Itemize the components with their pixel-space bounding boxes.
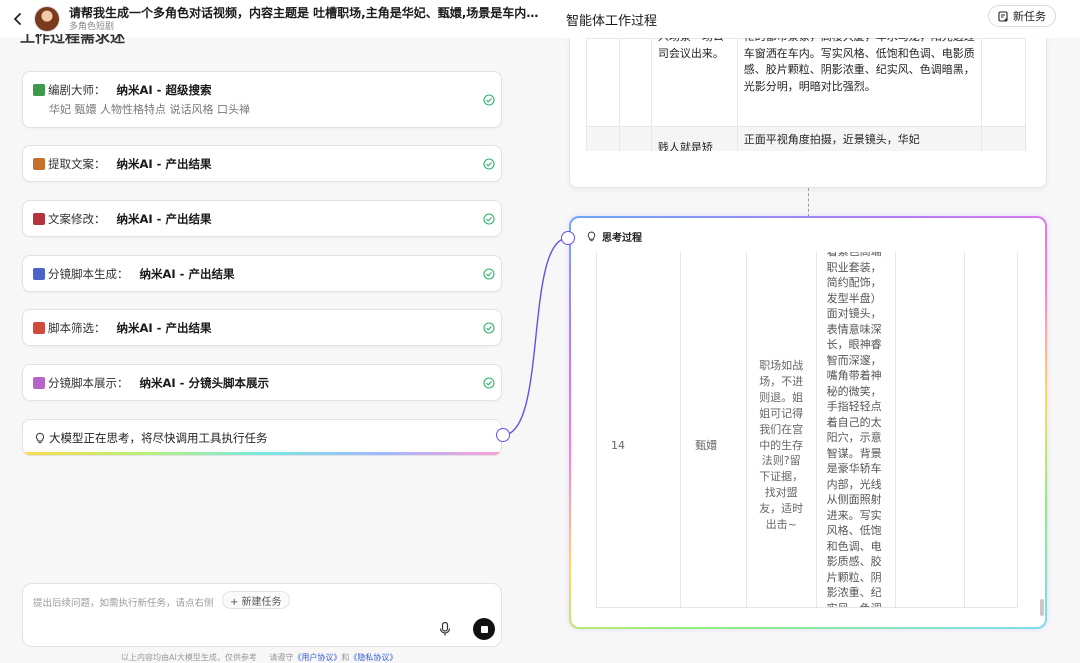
conversation-title: 请帮我生成一个多角色对话视频，内容主题是 吐槽职场,主角是华妃、甄嬛,场景是车内… (69, 5, 539, 20)
workflow-step-1[interactable]: 编剧大师： 纳米AI - 超级搜索 华妃 甄嬛 人物性格特点 说话风格 口头禅 (22, 71, 502, 128)
follow-up-input[interactable]: 提出后续问题，如需执行新任务，请点右侧 + 新建任务 (22, 583, 502, 647)
dialogue-cell: 职场如战场，不进则退。姐姐可记得我们在宫中的生存法则?留下证据，找对盟友，适时出… (745, 252, 817, 607)
script-table: 入场景一场公司会议出来。 忙的都市景象，高楼大厦，车水马龙，阳光透过车窗洒在车内… (586, 38, 1026, 151)
thinking-panel-title: 思考过程 (602, 233, 642, 244)
privacy-policy-link[interactable]: 《隐私协议》 (349, 653, 397, 662)
tool-icon (33, 213, 45, 225)
check-circle-icon (483, 158, 495, 170)
step-keywords: 华妃 甄嬛 人物性格特点 说话风格 口头禅 (49, 103, 250, 116)
check-circle-icon (483, 213, 495, 225)
step-tool: 纳米AI - 产出结果 (116, 212, 212, 226)
new-task-chip[interactable]: + 新建任务 (222, 591, 290, 609)
conversation-subtitle: 多角色短剧 (69, 21, 115, 32)
step-tool: 纳米AI - 产出结果 (116, 321, 212, 335)
top-bar: 请帮我生成一个多角色对话视频，内容主题是 吐槽职场,主角是华妃、甄嬛,场景是车内… (0, 0, 540, 38)
back-button[interactable] (4, 5, 32, 33)
step-name: 编剧大师： (48, 83, 106, 97)
step-tool: 纳米AI - 产出结果 (139, 267, 235, 281)
chevron-left-icon (14, 13, 21, 25)
table-row: 入场景一场公司会议出来。 忙的都市景象，高楼大厦，车水马龙，阳光透过车窗洒在车内… (586, 38, 1026, 127)
avatar (34, 6, 60, 32)
thinking-process-panel: 思考过程 14 甄嬛 职场如战场，不进则退。姐姐可记得我们在宫中的生存法则?留下… (569, 216, 1047, 629)
disclaimer-footer: 以上内容均由AI大模型生成，仅供参考 请遵守《用户协议》和《隐私协议》 (121, 653, 398, 662)
check-circle-icon (483, 94, 495, 106)
step-name: 文案修改： (48, 212, 106, 226)
character-cell: 甄嬛 (680, 252, 747, 607)
connector-dot-start (496, 428, 510, 442)
step-name: 提取文案： (48, 157, 106, 171)
step-tool: 纳米AI - 产出结果 (116, 157, 212, 171)
thinking-status-card[interactable]: 大模型正在思考，将尽快调用工具执行任务 (22, 419, 502, 456)
scrollbar-thumb[interactable] (1040, 599, 1044, 616)
table-row: 贱人就是矫 正面平视角度拍摄，近景镜头，华妃 (586, 126, 1026, 151)
tool-icon (33, 377, 45, 389)
check-circle-icon (483, 322, 495, 334)
section-heading: 工作过程需求述 (20, 34, 126, 44)
card-connector (808, 188, 809, 217)
tool-icon (33, 268, 45, 280)
input-placeholder: 提出后续问题，如需执行新任务，请点右侧 (33, 598, 214, 609)
thinking-status-text: 大模型正在思考，将尽快调用工具执行任务 (49, 430, 268, 445)
table-row: 14 甄嬛 职场如战场，不进则退。姐姐可记得我们在宫中的生存法则?留下证据，找对… (597, 252, 1017, 607)
step-tool: 纳米AI - 超级搜索 (116, 83, 212, 97)
new-task-button[interactable]: 新任务 (988, 5, 1056, 27)
thinking-panel-header: 思考过程 (586, 229, 642, 244)
panel-title: 智能体工作过程 (566, 13, 658, 29)
step-name: 分镜脚本生成： (48, 267, 129, 281)
visual-cell: 着紫色高端职业套装，简约配饰，发型半盘）面对镜头，表情意味深长，眼神睿智而深邃，… (815, 252, 896, 607)
lightbulb-icon (587, 231, 596, 242)
tool-icon (33, 84, 45, 96)
workflow-step-3[interactable]: 文案修改： 纳米AI - 产出结果 (22, 200, 502, 237)
workflow-step-4[interactable]: 分镜脚本生成： 纳米AI - 产出结果 (22, 255, 502, 292)
step-name: 脚本筛选： (48, 321, 106, 335)
user-agreement-link[interactable]: 《用户协议》 (293, 653, 341, 662)
connector-dot-end (561, 231, 575, 245)
row-index: 14 (611, 438, 625, 452)
new-task-label: 新任务 (1013, 10, 1046, 23)
workflow-step-2[interactable]: 提取文案： 纳米AI - 产出结果 (22, 145, 502, 182)
stop-button[interactable] (473, 618, 495, 640)
table-cell: 忙的都市景象，高楼大厦，车水马龙，阳光透过车窗洒在车内。写实风格、低饱和色调、电… (736, 38, 983, 127)
table-cell: 贱人就是矫 (650, 126, 738, 151)
new-task-icon (998, 10, 1008, 22)
check-circle-icon (483, 268, 495, 280)
lightbulb-icon (35, 432, 45, 443)
conversation-title-block: 请帮我生成一个多角色对话视频，内容主题是 吐槽职场,主角是华妃、甄嬛,场景是车内… (69, 6, 539, 33)
tool-icon (33, 322, 45, 334)
tool-icon (33, 158, 45, 170)
check-circle-icon (483, 377, 495, 389)
thinking-table-viewport: 14 甄嬛 职场如战场，不进则退。姐姐可记得我们在宫中的生存法则?留下证据，找对… (596, 252, 1018, 608)
step-name: 分镜脚本展示： (48, 376, 129, 390)
script-table-card: 入场景一场公司会议出来。 忙的都市景象，高楼大厦，车水马龙，阳光透过车窗洒在车内… (569, 38, 1047, 188)
step-tool: 纳米AI - 分镜头脚本展示 (139, 376, 269, 390)
right-panel-header: 智能体工作过程 新任务 (540, 0, 1080, 38)
workflow-step-6[interactable]: 分镜脚本展示： 纳米AI - 分镜头脚本展示 (22, 364, 502, 401)
table-cell: 正面平视角度拍摄，近景镜头，华妃 (736, 126, 983, 151)
microphone-icon[interactable] (438, 621, 452, 637)
thinking-table: 14 甄嬛 职场如战场，不进则退。姐姐可记得我们在宫中的生存法则?留下证据，找对… (597, 252, 1017, 607)
workflow-step-5[interactable]: 脚本筛选： 纳米AI - 产出结果 (22, 309, 502, 346)
table-cell: 入场景一场公司会议出来。 (650, 38, 738, 127)
stop-icon (480, 625, 488, 633)
